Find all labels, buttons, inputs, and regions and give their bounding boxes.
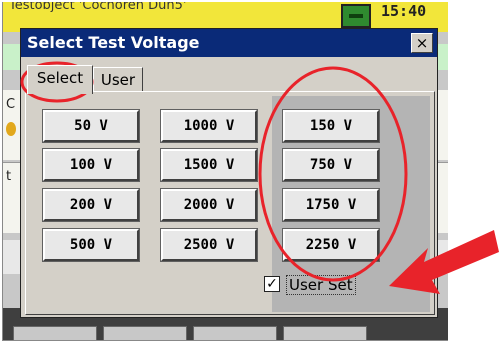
- tab-user-label: User: [100, 71, 136, 89]
- voltage-button-200v[interactable]: 200 V: [42, 188, 140, 222]
- close-button[interactable]: ×: [411, 33, 433, 53]
- user-voltage-button-150v[interactable]: 150 V: [282, 109, 380, 143]
- clock-time: 15:40: [381, 2, 427, 20]
- tab-select-label: Select: [36, 69, 84, 87]
- checkmark-icon: ✓: [266, 276, 278, 292]
- user-voltage-button-750v[interactable]: 750 V: [282, 148, 380, 182]
- background-label: C: [6, 97, 16, 112]
- close-icon: ×: [415, 34, 429, 52]
- user-voltage-button-2250v[interactable]: 2250 V: [282, 228, 380, 262]
- bottom-tab[interactable]: [283, 326, 367, 340]
- status-dot-icon: [6, 122, 16, 136]
- bottom-tab[interactable]: [13, 326, 97, 340]
- tab-user[interactable]: User: [93, 67, 143, 93]
- voltage-button-50v[interactable]: 50 V: [42, 109, 140, 143]
- voltage-button-2500v[interactable]: 2500 V: [160, 228, 258, 262]
- user-set-label[interactable]: User Set: [286, 275, 356, 295]
- user-set-checkbox[interactable]: ✓: [264, 276, 280, 292]
- voltage-button-1500v[interactable]: 1500 V: [160, 148, 258, 182]
- dialog-title: Select Test Voltage: [27, 33, 200, 52]
- bottom-tab[interactable]: [193, 326, 277, 340]
- voltage-button-2000v[interactable]: 2000 V: [160, 188, 258, 222]
- test-object-title: Testobject 'Cochoren Dun5': [9, 2, 187, 13]
- voltage-button-100v[interactable]: 100 V: [42, 148, 140, 182]
- select-test-voltage-dialog: Select Test Voltage × Select User 50 V 1…: [20, 28, 438, 318]
- user-voltage-button-1750v[interactable]: 1750 V: [282, 188, 380, 222]
- tab-select[interactable]: Select: [27, 65, 93, 94]
- dialog-title-bar: Select Test Voltage ×: [21, 29, 437, 57]
- background-label-2: t: [6, 169, 12, 184]
- battery-icon: [341, 4, 371, 28]
- voltage-button-500v[interactable]: 500 V: [42, 228, 140, 262]
- bottom-tab[interactable]: [103, 326, 187, 340]
- voltage-button-1000v[interactable]: 1000 V: [160, 109, 258, 143]
